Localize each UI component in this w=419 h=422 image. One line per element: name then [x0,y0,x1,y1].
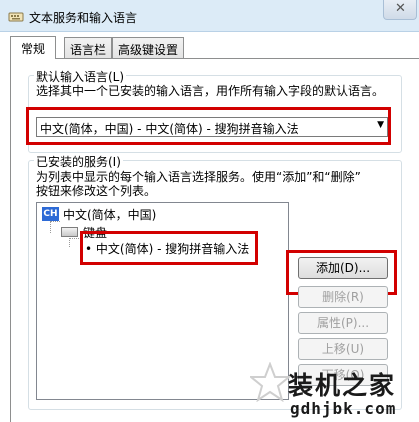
watermark-url: gdhjbk.com [290,399,397,418]
language-badge-icon: CH [42,207,59,221]
watermark-title: 装机之家 [288,371,397,400]
tab-general[interactable]: 常规 [10,36,56,59]
watermark-star-icon [250,362,290,402]
tab-advanced-label: 高级键设置 [117,43,178,57]
tab-language-bar[interactable]: 语言栏 [64,37,112,58]
highlight-box-service [80,231,258,265]
title-bar: 文本服务和输入语言 ✕ [0,0,419,32]
tree-node-language[interactable]: 中文(简体，中国) [63,206,156,223]
window-title: 文本服务和输入语言 [29,11,138,25]
move-up-button[interactable]: 上移(U) [298,338,388,360]
keyboard-app-icon [8,12,24,22]
tab-general-label: 常规 [20,42,45,56]
close-icon: ✕ [395,1,406,16]
tree-connector [50,221,60,233]
default-language-description: 选择其中一个已安装的输入语言，用作所有输入字段的默认语言。 [36,84,385,98]
highlight-box-dropdown [26,107,391,145]
remove-button[interactable]: 删除(R) [298,286,388,308]
installed-services-description-line2: 按钮来修改这个列表。 [36,184,157,198]
close-button[interactable]: ✕ [383,0,417,20]
keyboard-icon [61,227,78,237]
tab-advanced-key-settings[interactable]: 高级键设置 [112,37,184,58]
tab-language-bar-label: 语言栏 [69,43,106,57]
properties-button[interactable]: 属性(P)... [298,312,388,334]
